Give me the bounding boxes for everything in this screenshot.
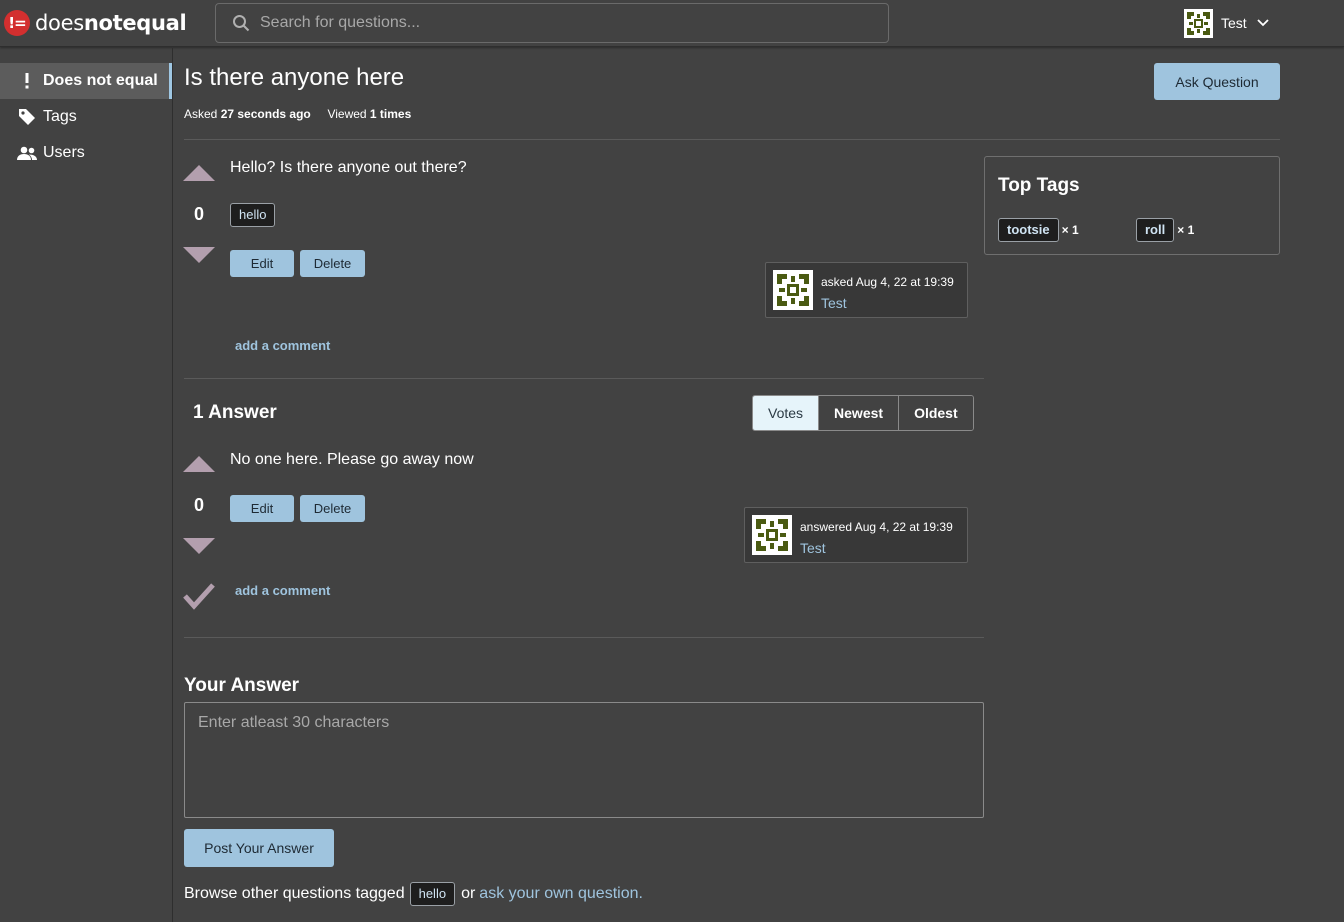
upvote-button[interactable] bbox=[183, 165, 215, 181]
chevron-down-icon bbox=[1257, 19, 1269, 27]
delete-answer-button[interactable]: Delete bbox=[300, 495, 365, 522]
sort-newest-button[interactable]: Newest bbox=[818, 396, 899, 430]
author-link[interactable]: Test bbox=[821, 295, 847, 311]
asked-value: 27 seconds ago bbox=[220, 107, 311, 121]
asked-label: Asked bbox=[184, 107, 218, 121]
ask-own-question-link[interactable]: ask your own question. bbox=[479, 885, 643, 903]
tag-icon bbox=[16, 108, 38, 126]
question-vote-count: 0 bbox=[193, 204, 204, 224]
divider bbox=[184, 378, 984, 379]
top-tag-item: tootsie × 1 bbox=[998, 218, 1079, 242]
avatar bbox=[1184, 8, 1213, 38]
avatar[interactable] bbox=[773, 270, 813, 310]
your-answer-title: Your Answer bbox=[184, 675, 300, 696]
answers-count-title: 1 Answer bbox=[193, 402, 277, 423]
page-title: Is there anyone here bbox=[184, 64, 405, 91]
tag-hello[interactable]: hello bbox=[230, 203, 276, 227]
sidebar: Does not equal Tags Users bbox=[0, 48, 173, 922]
author-link[interactable]: Test bbox=[800, 540, 826, 556]
answer-body: No one here. Please go away now bbox=[230, 451, 474, 468]
edit-answer-button[interactable]: Edit bbox=[230, 495, 294, 522]
answer-textarea[interactable] bbox=[184, 702, 984, 818]
viewed-label: Viewed bbox=[327, 107, 367, 121]
top-tags-title: Top Tags bbox=[998, 175, 1080, 196]
sort-oldest-button[interactable]: Oldest bbox=[898, 396, 973, 430]
sidebar-item-label: Users bbox=[43, 144, 85, 161]
question-author-card: asked Aug 4, 22 at 19:39 Test bbox=[765, 262, 968, 318]
exclamation-icon bbox=[16, 73, 38, 89]
tag-count: × 1 bbox=[1061, 223, 1079, 237]
user-name: Test bbox=[1221, 15, 1247, 31]
browse-middle: or bbox=[461, 885, 476, 902]
top-tag-item: roll × 1 bbox=[1136, 218, 1194, 242]
ask-question-button[interactable]: Ask Question bbox=[1154, 63, 1280, 100]
search-icon bbox=[233, 15, 250, 32]
tag-count: × 1 bbox=[1177, 223, 1195, 237]
answer-sort-tabs: Votes Newest Oldest bbox=[752, 395, 974, 431]
users-icon bbox=[16, 146, 38, 160]
top-tags-widget: Top Tags tootsie × 1 roll × 1 bbox=[984, 156, 1280, 255]
search-input[interactable] bbox=[260, 14, 860, 32]
tag-tootsie[interactable]: tootsie bbox=[998, 218, 1059, 242]
sidebar-item-label: Tags bbox=[43, 108, 77, 125]
browse-footer: Browse other questions tagged hello or a… bbox=[184, 882, 643, 906]
answered-timestamp: answered Aug 4, 22 at 19:39 bbox=[800, 520, 953, 534]
question-tags: hello bbox=[230, 203, 276, 227]
search-bar[interactable] bbox=[215, 3, 889, 43]
post-answer-button[interactable]: Post Your Answer bbox=[184, 829, 334, 867]
tag-hello[interactable]: hello bbox=[409, 882, 456, 906]
viewed-value: 1 times bbox=[369, 107, 412, 121]
accept-check-icon[interactable] bbox=[183, 582, 215, 610]
sidebar-item-does-not-equal[interactable]: Does not equal bbox=[0, 63, 172, 99]
avatar[interactable] bbox=[752, 515, 792, 555]
sort-votes-button[interactable]: Votes bbox=[753, 396, 819, 430]
delete-question-button[interactable]: Delete bbox=[300, 250, 365, 277]
divider bbox=[184, 139, 1280, 140]
logo[interactable]: != doesnotequal bbox=[4, 9, 187, 37]
top-bar: != doesnotequal Test bbox=[0, 0, 1344, 47]
browse-prefix: Browse other questions tagged bbox=[184, 885, 405, 902]
add-comment-link[interactable]: add a comment bbox=[235, 338, 330, 353]
sidebar-item-users[interactable]: Users bbox=[0, 135, 172, 171]
add-comment-link[interactable]: add a comment bbox=[235, 583, 330, 598]
tag-roll[interactable]: roll bbox=[1136, 218, 1175, 242]
answer-vote-count: 0 bbox=[193, 495, 204, 515]
question-body: Hello? Is there anyone out there? bbox=[230, 159, 467, 176]
asked-timestamp: asked Aug 4, 22 at 19:39 bbox=[821, 275, 954, 289]
logo-text-bold: notequal bbox=[83, 11, 187, 35]
sidebar-item-tags[interactable]: Tags bbox=[0, 99, 172, 135]
edit-question-button[interactable]: Edit bbox=[230, 250, 294, 277]
logo-text: doesnotequal bbox=[35, 11, 187, 35]
logo-text-light: does bbox=[35, 11, 84, 35]
user-menu[interactable]: Test bbox=[1184, 8, 1269, 38]
logo-badge: != bbox=[4, 10, 30, 36]
downvote-button[interactable] bbox=[183, 538, 215, 554]
divider bbox=[184, 637, 984, 638]
sidebar-item-label: Does not equal bbox=[43, 72, 158, 89]
downvote-button[interactable] bbox=[183, 247, 215, 263]
upvote-button[interactable] bbox=[183, 456, 215, 472]
question-meta: Asked 27 seconds ago Viewed 1 times bbox=[184, 107, 411, 121]
answer-author-card: answered Aug 4, 22 at 19:39 Test bbox=[744, 507, 968, 563]
